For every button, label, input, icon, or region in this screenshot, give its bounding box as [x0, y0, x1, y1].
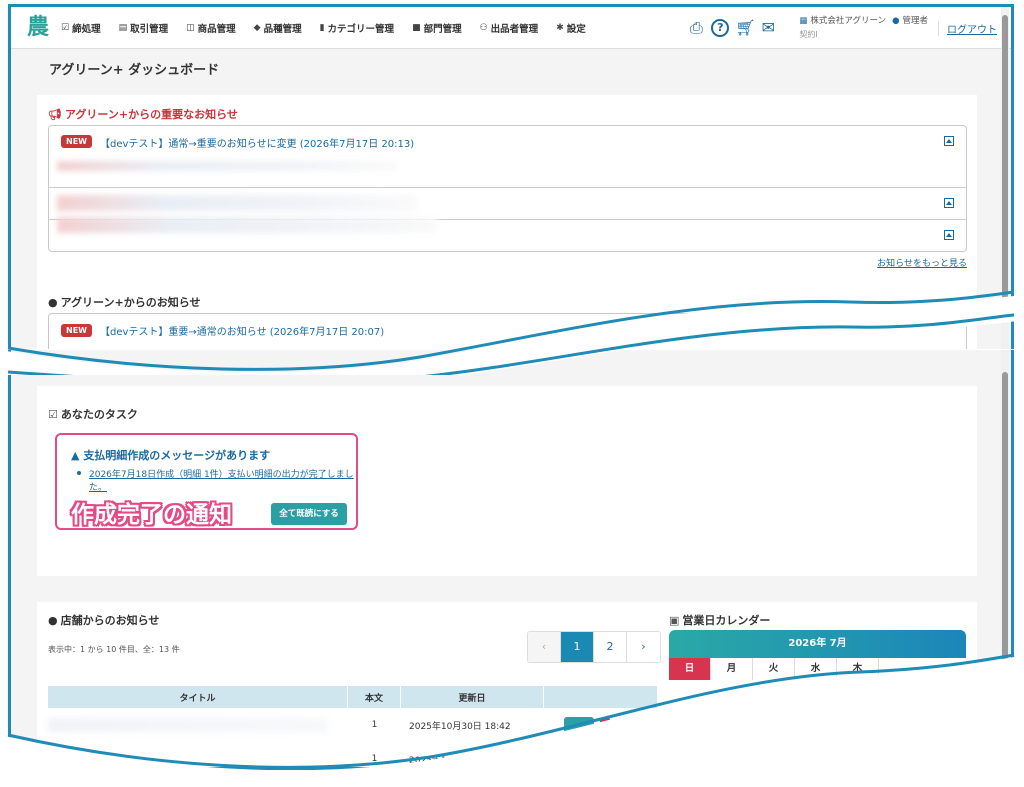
nav-label: 設定 — [566, 23, 586, 35]
calendar-heading: ▣ 営業日カレンダー — [669, 612, 770, 628]
tasks-card: ☑ あなたのタスク ▲ 支払明細作成のメッセージがあります 2026年7月18日… — [37, 386, 977, 576]
folder-icon: ■ — [412, 22, 421, 33]
nav-item-categories[interactable]: ▮ カテゴリー管理 — [320, 21, 394, 35]
collapse-icon[interactable] — [944, 230, 954, 240]
collapse-icon[interactable] — [944, 198, 954, 208]
nav-label: 出品者管理 — [490, 23, 539, 35]
info-icon: ● — [48, 613, 58, 627]
cart-icon[interactable]: 🛒︎ — [735, 19, 755, 37]
check-circle-icon: ☑ — [48, 407, 58, 421]
building-icon: ▦ — [799, 16, 808, 26]
megaphone-icon: 📢︎ — [48, 107, 62, 121]
app-logo[interactable]: 農 — [23, 13, 53, 43]
check-circle-icon: ☑ — [61, 22, 70, 33]
nav-item-settings[interactable]: ✱ 設定 — [556, 21, 586, 35]
tasks-heading: ☑ あなたのタスク — [48, 406, 138, 422]
nav-item-sellers[interactable]: ⚇ 出品者管理 — [480, 21, 539, 35]
annotation-label: 作成完了の通知 — [71, 502, 232, 528]
tag-icon: ◆ — [253, 22, 261, 33]
help-icon[interactable]: ? — [711, 19, 730, 37]
important-notices-heading: 📢︎ アグリーン+からの重要なお知らせ — [48, 106, 238, 122]
torn-edge-divider — [0, 290, 1024, 375]
calendar-title: 営業日カレンダー — [682, 614, 771, 627]
redacted-content — [57, 161, 397, 171]
calendar-icon: ▣ — [669, 613, 680, 627]
redacted-content — [57, 195, 417, 211]
user-icon: ● — [892, 16, 900, 26]
bookmark-icon: ▮ — [319, 22, 325, 33]
account-info: ▦ 株式会社アグリーン ● 管理者 契約I — [799, 15, 928, 41]
store-notices-heading: ● 店舗からのお知らせ — [48, 612, 159, 628]
mail-icon[interactable]: ✉ — [759, 19, 777, 37]
collapse-icon[interactable] — [944, 136, 954, 146]
task-link[interactable]: 2026年7月18日作成（明細 1件）支払い明細の出力が完了しました。 — [89, 469, 359, 495]
gear-icon: ✱ — [556, 22, 564, 33]
nav-item-closing[interactable]: ☑ 締処理 — [61, 21, 101, 35]
nav-item-transactions[interactable]: ▤ 取引管理 — [119, 21, 169, 35]
nav-item-departments[interactable]: ■ 部門管理 — [412, 21, 462, 35]
store-notices-title: 店舗からのお知らせ — [60, 614, 160, 627]
scrollbar-thumb[interactable] — [1002, 372, 1008, 662]
top-navbar: 農 ☑ 締処理 ▤ 取引管理 ◫ 商品管理 ◆ 品種管理 ▮ カテゴリー管理 ■… — [11, 7, 1011, 49]
task-alert-text: 支払明細作成のメッセージがあります — [83, 449, 271, 462]
contract-id: 契約I — [799, 30, 818, 39]
task-alert-title: ▲ 支払明細作成のメッセージがあります — [71, 447, 270, 463]
more-notices-link[interactable]: お知らせをもっと見る — [877, 256, 967, 269]
bullet — [77, 471, 81, 475]
nav-right-tools: ⎙ ? 🛒︎ ✉ ▦ 株式会社アグリーン ● 管理者 契約I ログアウト — [687, 7, 1011, 49]
task-alert: ▲ 支払明細作成のメッセージがあります 2026年7月18日作成（明細 1件）支… — [55, 433, 358, 530]
nav-item-varieties[interactable]: ◆ 品種管理 — [254, 21, 302, 35]
nav-label: 品種管理 — [263, 23, 302, 35]
mark-all-read-button[interactable]: 全て既読にする — [271, 503, 347, 525]
logout-link[interactable]: ログアウト — [938, 20, 997, 36]
nav-label: 商品管理 — [197, 23, 236, 35]
nav-label: 取引管理 — [130, 23, 169, 35]
company-name: 株式会社アグリーン — [810, 16, 887, 26]
nav-item-products[interactable]: ◫ 商品管理 — [186, 21, 236, 35]
users-icon: ⚇ — [479, 22, 488, 33]
redacted-content — [57, 217, 437, 233]
user-role: 管理者 — [902, 16, 928, 26]
tasks-title: あなたのタスク — [60, 408, 138, 421]
printer-icon[interactable]: ⎙ — [687, 19, 705, 37]
scrollbar-thumb[interactable] — [1002, 15, 1008, 305]
notice-item[interactable]: NEW 【devテスト】通常→重要のお知らせに変更 (2026年7月17日 20… — [49, 126, 966, 188]
page-title: アグリーン+ ダッシュボード — [49, 63, 220, 78]
nav-label: 締処理 — [72, 23, 101, 35]
important-notices-title: アグリーン+からの重要なお知らせ — [64, 108, 238, 121]
new-badge: NEW — [61, 135, 92, 148]
receipt-icon: ▤ — [118, 22, 128, 33]
torn-edge-bottom — [0, 653, 1024, 787]
basket-icon: ◫ — [186, 22, 195, 33]
notice-text[interactable]: 【devテスト】通常→重要のお知らせに変更 (2026年7月17日 20:13) — [100, 135, 414, 150]
warning-icon: ▲ — [71, 449, 80, 462]
nav-label: カテゴリー管理 — [327, 23, 395, 35]
nav-label: 部門管理 — [423, 23, 462, 35]
